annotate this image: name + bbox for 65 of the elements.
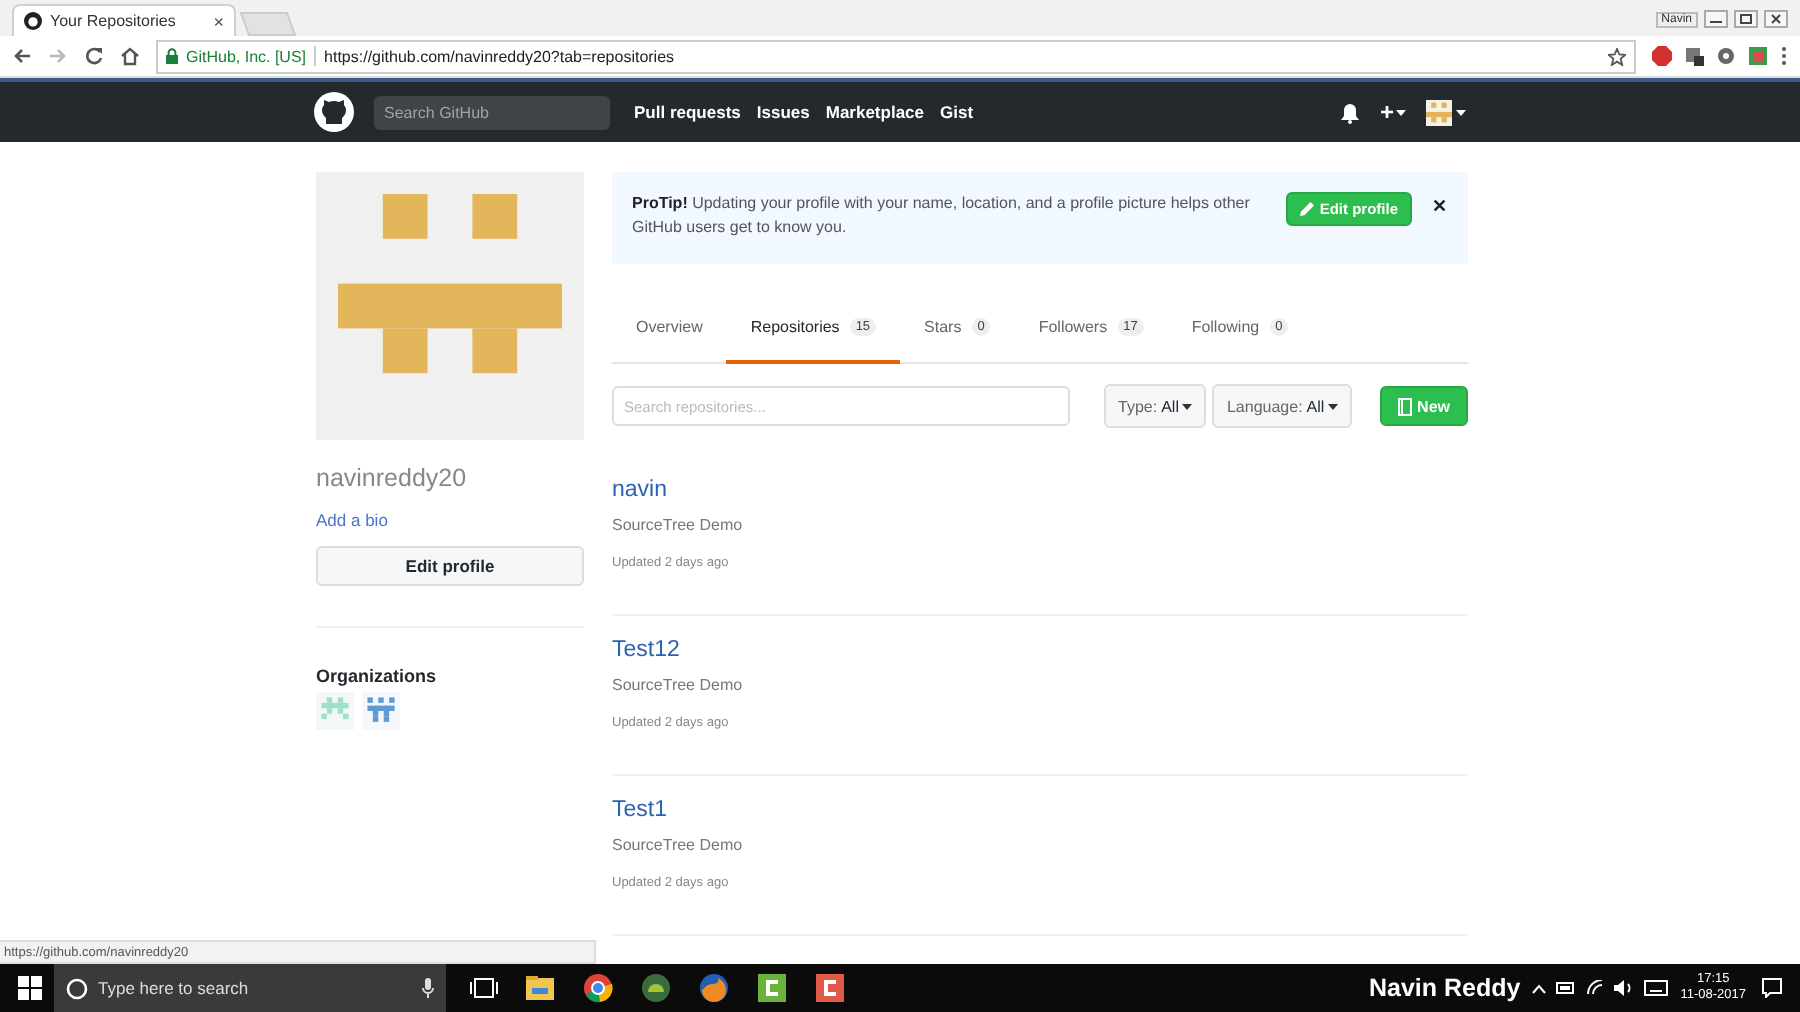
username: navinreddy20 — [316, 464, 469, 492]
minimize-icon[interactable] — [1704, 10, 1728, 28]
nav-link[interactable]: Pull requests — [634, 102, 741, 122]
caret-icon — [1396, 109, 1406, 115]
repository-description: SourceTree Demo — [612, 516, 745, 534]
adblock-icon[interactable] — [1652, 46, 1672, 66]
caret-icon — [1328, 403, 1339, 409]
keyboard-icon[interactable] — [1644, 980, 1669, 996]
windows-start-icon[interactable] — [18, 976, 42, 1000]
task-view-icon[interactable] — [470, 976, 498, 1000]
wifi-icon[interactable] — [1586, 980, 1605, 996]
star-icon[interactable] — [1608, 47, 1626, 65]
caret-icon — [1182, 403, 1193, 409]
taskbar-search-field[interactable]: Type here to search — [54, 964, 446, 1012]
book-icon — [1397, 397, 1412, 415]
repository-description: SourceTree Demo — [612, 676, 745, 694]
address-bar[interactable]: GitHub, Inc. [US] https://github.com/navinreddy20?tab=repositories — [156, 39, 1636, 73]
type-filter[interactable]: Type: All — [1104, 384, 1207, 428]
site-favicon — [24, 12, 42, 30]
firefox-icon[interactable] — [698, 972, 730, 1004]
app-icon[interactable] — [756, 972, 788, 1004]
close-icon[interactable] — [1764, 10, 1788, 28]
repository-link[interactable]: navin — [612, 478, 667, 502]
close-button[interactable]: ✕ — [1432, 192, 1448, 216]
section-title: Organizations — [316, 666, 439, 686]
tab-close-button[interactable]: × — [213, 11, 224, 31]
restore-icon[interactable] — [1734, 10, 1758, 28]
language-filter[interactable]: Language: All — [1212, 384, 1353, 428]
avatar-icon[interactable] — [1426, 99, 1452, 125]
microphone-icon[interactable] — [422, 978, 434, 998]
repository-link[interactable]: Test1 — [612, 798, 667, 822]
folder-icon[interactable] — [524, 972, 556, 1004]
app-icon[interactable] — [814, 972, 846, 1004]
bell-icon[interactable] — [1339, 101, 1360, 123]
edit-profile-button[interactable]: Edit profile — [316, 546, 584, 586]
chrome-icon[interactable] — [582, 972, 614, 1004]
search-icon — [66, 977, 88, 999]
organization-avatar[interactable] — [362, 692, 400, 730]
presenter-name: Navin Reddy — [1369, 974, 1521, 1002]
repository-description: SourceTree Demo — [612, 836, 745, 854]
menu-icon[interactable] — [1780, 46, 1788, 66]
site-identity: GitHub, Inc. [US] — [186, 47, 307, 65]
chevron-up-icon[interactable] — [1532, 983, 1547, 993]
repository-link[interactable]: Test12 — [612, 638, 680, 662]
notification-icon[interactable] — [1762, 978, 1782, 998]
nav-link[interactable]: Gist — [940, 102, 974, 122]
caret-icon — [1456, 109, 1466, 115]
url-text: https://github.com/navinreddy20?tab=repositories — [324, 47, 675, 65]
nav-link[interactable]: Issues — [756, 102, 810, 122]
extension-icon[interactable] — [1684, 46, 1704, 66]
search-field[interactable]: Search GitHub — [374, 95, 610, 129]
volume-icon[interactable] — [1614, 980, 1635, 996]
battery-icon[interactable] — [1556, 982, 1577, 994]
home-icon[interactable] — [120, 46, 140, 66]
profile-tab[interactable]: Overview — [612, 292, 727, 364]
logo-icon[interactable] — [314, 92, 354, 132]
back-icon[interactable] — [12, 46, 32, 66]
protip-text: ProTip! Updating your profile with your name, location, and a profile picture helps other GitHub users get to know you. — [632, 192, 1252, 241]
nav-link[interactable]: Marketplace — [825, 102, 924, 122]
pencil-icon — [1299, 202, 1314, 216]
add-bio-link[interactable]: Add a bio — [316, 510, 584, 530]
new-menu[interactable]: + — [1379, 98, 1406, 126]
browser-tab[interactable]: Your Repositories × — [12, 4, 236, 36]
lock-icon — [166, 48, 178, 64]
reload-icon[interactable] — [84, 46, 104, 66]
